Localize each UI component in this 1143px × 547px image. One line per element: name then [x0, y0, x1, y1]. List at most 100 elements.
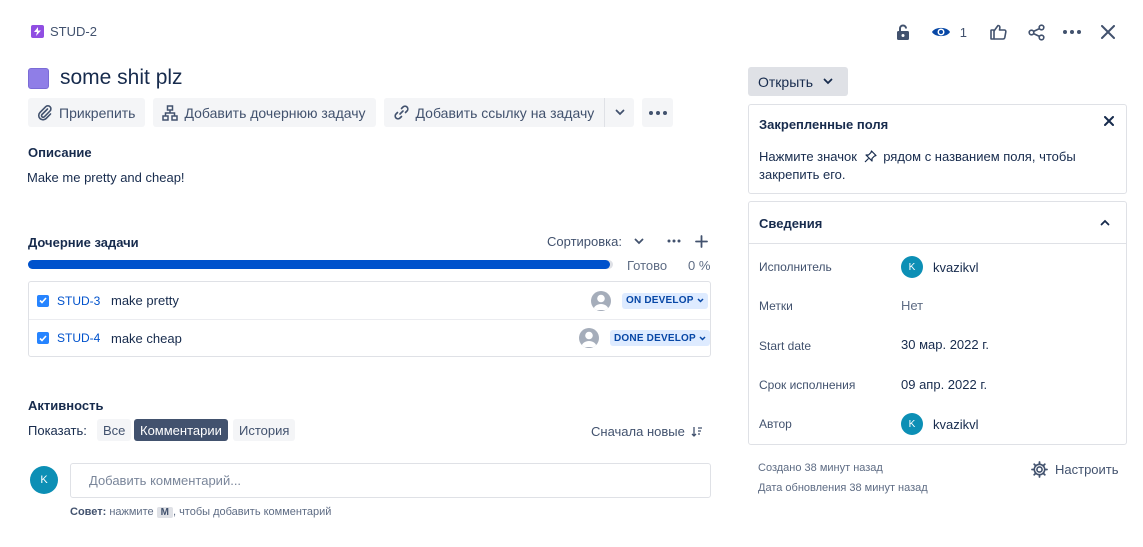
author-value: kvazikvl	[933, 416, 979, 432]
progress-label: Готово	[627, 258, 668, 273]
add-link-button[interactable]: Добавить ссылку на задачу	[383, 98, 605, 127]
watch-count: 1	[959, 24, 967, 40]
pinned-text-pre: Нажмите значок	[759, 149, 857, 164]
sort-label: Сортировка:	[547, 234, 622, 249]
progress-fill	[28, 260, 611, 269]
chevron-down-icon	[697, 298, 704, 303]
table-row[interactable]: STUD-4 make cheap DONE DEVELOP	[29, 319, 710, 356]
more-icon[interactable]	[1061, 21, 1083, 43]
child-tasks-table: STUD-3 make pretty ON DEVELOP STUD-4 mak…	[28, 281, 711, 357]
description-text[interactable]: Make me pretty and cheap!	[27, 170, 185, 185]
status-label: DONE DEVELOP	[614, 332, 696, 344]
tip-key: M	[156, 506, 173, 518]
child-more-icon[interactable]	[666, 233, 682, 249]
filter-comments-button[interactable]: Комментарии	[134, 419, 228, 441]
child-key[interactable]: STUD-4	[57, 331, 100, 345]
comment-input[interactable]	[70, 463, 711, 498]
avatar: K	[901, 256, 923, 278]
progress-percent: 0 %	[688, 258, 711, 273]
more-actions-icon[interactable]	[642, 98, 674, 127]
action-bar: Прикрепить Добавить дочернюю задачу Доба…	[28, 98, 674, 127]
configure-button[interactable]: Настроить	[1031, 461, 1119, 478]
checkbox-icon	[37, 332, 49, 344]
close-icon[interactable]	[1097, 21, 1119, 43]
start-date-label: Start date	[759, 339, 812, 353]
due-date-label: Срок исполнения	[759, 378, 856, 392]
assignee-value: kvazikvl	[933, 259, 979, 275]
avatar[interactable]	[591, 290, 611, 311]
child-summary[interactable]: make pretty	[111, 293, 179, 308]
sort-icon	[691, 426, 703, 437]
chevron-down-icon[interactable]	[604, 98, 634, 127]
start-date-value[interactable]: 30 мар. 2022 г.	[901, 337, 989, 352]
assignee-field[interactable]: K kvazikvl	[901, 256, 979, 278]
comment-tip: Совет: нажмите M , чтобы добавить коммен…	[70, 506, 331, 518]
description-label: Описание	[28, 145, 92, 160]
details-title: Сведения	[759, 216, 823, 231]
watch-button[interactable]: 1	[930, 21, 967, 43]
title-row: some shit plz	[28, 66, 183, 90]
page-title[interactable]: some shit plz	[60, 66, 183, 90]
attach-button[interactable]: Прикрепить	[28, 98, 146, 127]
close-icon[interactable]	[1102, 114, 1116, 128]
child-summary[interactable]: make cheap	[111, 331, 182, 346]
status-badge[interactable]: DONE DEVELOP	[610, 330, 710, 346]
add-child-label: Добавить дочернюю задачу	[184, 104, 366, 121]
configure-label: Настроить	[1055, 462, 1119, 477]
plus-icon[interactable]	[693, 233, 709, 249]
attach-label: Прикрепить	[59, 104, 136, 121]
sort-dropdown[interactable]: Сортировка:	[547, 234, 644, 249]
status-label: ON DEVELOP	[626, 295, 694, 306]
breadcrumb[interactable]: STUD-2	[31, 24, 97, 39]
author-field[interactable]: K kvazikvl	[901, 413, 979, 435]
pinned-text: Нажмите значок рядом с названием поля, ч…	[759, 148, 1109, 184]
tip-text-post: , чтобы добавить комментарий	[172, 506, 332, 518]
show-label: Показать:	[28, 423, 87, 438]
issue-key[interactable]: STUD-2	[50, 24, 97, 39]
pinned-title: Закрепленные поля	[759, 117, 889, 132]
link-icon	[393, 104, 410, 121]
issue-color-icon	[28, 67, 49, 89]
avatar: K	[30, 466, 58, 494]
child-key[interactable]: STUD-3	[57, 294, 100, 308]
avatar: K	[901, 413, 923, 435]
issue-toolbar: 1	[892, 21, 1119, 43]
tip-bold: Совет:	[70, 506, 107, 518]
labels-value[interactable]: Нет	[901, 298, 923, 313]
progress-bar	[28, 260, 613, 269]
share-icon[interactable]	[1025, 21, 1047, 43]
author-label: Автор	[759, 417, 792, 431]
tip-text: нажмите	[109, 506, 154, 518]
due-date-value[interactable]: 09 апр. 2022 г.	[901, 377, 987, 392]
add-link-group: Добавить ссылку на задачу	[383, 98, 635, 127]
gear-icon	[1031, 461, 1048, 478]
chevron-down-icon	[699, 335, 706, 341]
assignee-label: Исполнитель	[759, 260, 832, 274]
add-link-label: Добавить ссылку на задачу	[415, 104, 595, 121]
pinned-fields-panel: Закрепленные поля Нажмите значок рядом с…	[748, 104, 1127, 194]
avatar[interactable]	[579, 328, 599, 348]
status-badge[interactable]: ON DEVELOP	[622, 292, 708, 309]
chevron-down-icon	[823, 78, 833, 85]
chevron-down-icon	[634, 238, 644, 245]
sort-order-label: Сначала новые	[591, 424, 685, 439]
eye-icon	[930, 21, 952, 43]
checkbox-icon	[37, 294, 49, 307]
table-row[interactable]: STUD-3 make pretty ON DEVELOP	[29, 282, 710, 319]
sort-order-button[interactable]: Сначала новые	[591, 424, 703, 439]
status-label: Открыть	[758, 73, 813, 90]
updated-timestamp: Дата обновления 38 минут назад	[758, 482, 928, 494]
activity-label: Активность	[28, 398, 104, 413]
chevron-up-icon[interactable]	[1098, 215, 1112, 229]
status-dropdown[interactable]: Открыть	[748, 67, 848, 96]
details-header[interactable]: Сведения	[749, 202, 1126, 244]
filter-history-button[interactable]: История	[233, 419, 296, 441]
paperclip-icon	[37, 104, 53, 121]
thumbs-up-icon[interactable]	[987, 21, 1009, 43]
filter-all-button[interactable]: Все	[97, 419, 132, 441]
created-timestamp: Создано 38 минут назад	[758, 462, 883, 474]
lock-icon[interactable]	[892, 21, 914, 43]
child-tasks-label: Дочерние задачи	[28, 235, 139, 250]
labels-label: Метки	[759, 299, 793, 313]
add-child-button[interactable]: Добавить дочернюю задачу	[153, 98, 376, 127]
